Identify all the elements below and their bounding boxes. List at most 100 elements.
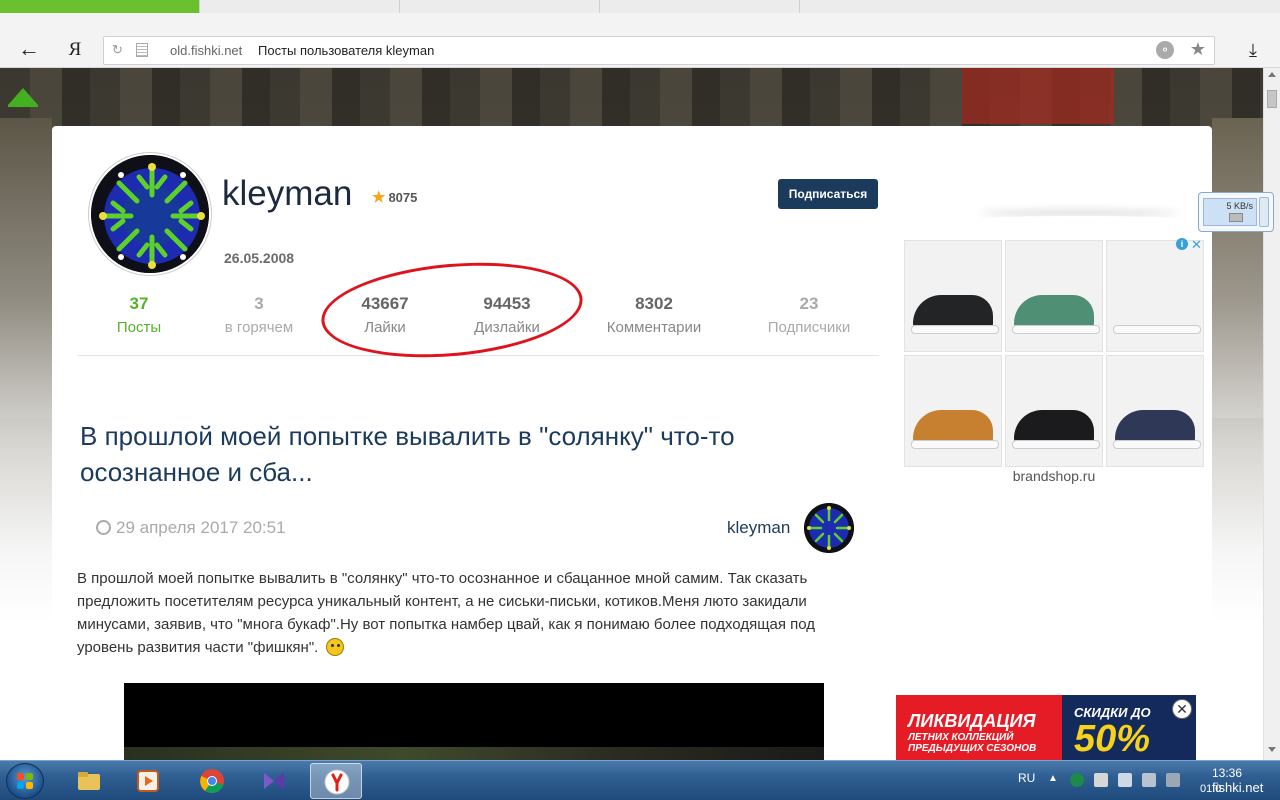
taskbar: RU ▲ 13:36 01.0 [0, 760, 1280, 800]
volume-icon[interactable] [1118, 773, 1132, 787]
red-highlight-circle [317, 252, 587, 368]
network-meter-arrows-icon[interactable] [1259, 197, 1269, 227]
stat-hot[interactable]: 3 в горячем [219, 294, 299, 336]
chrome-icon [200, 769, 224, 794]
taskbar-explorer[interactable] [63, 763, 115, 799]
shoe-image [1012, 295, 1100, 334]
taskbar-visual-studio[interactable] [248, 763, 300, 799]
video-frame [124, 747, 824, 760]
scroll-up-icon[interactable] [1268, 72, 1276, 77]
ad-product[interactable] [1005, 355, 1103, 467]
background-left [0, 118, 52, 418]
url-domain: old.fishki.net [170, 43, 243, 58]
post-author[interactable]: kleyman [727, 518, 790, 538]
media-player-icon [137, 770, 159, 792]
reload-icon[interactable]: ↻ [112, 42, 123, 58]
watermark: fishki.net [1212, 780, 1264, 795]
banner-headline: ЛИКВИДАЦИЯ [908, 711, 1036, 731]
url-page-title: Посты пользователя kleyman [258, 43, 435, 58]
stat-value: 3 [254, 294, 264, 313]
battery-icon[interactable] [1142, 773, 1156, 787]
download-icon[interactable]: ⤓ [1240, 37, 1266, 63]
ad-product[interactable] [1005, 240, 1103, 352]
stat-label: в горячем [224, 319, 294, 336]
back-arrow-icon[interactable]: ← [16, 37, 42, 63]
page-icon [136, 43, 148, 57]
yandex-browser-icon [324, 769, 350, 795]
start-button[interactable] [6, 763, 44, 799]
page-viewport: kleyman ★ 8075 Подписаться 26.05.2008 37 … [0, 68, 1263, 760]
ad-product[interactable] [904, 355, 1002, 467]
tray-app-icon[interactable] [1070, 773, 1084, 787]
shoe-image [1113, 410, 1201, 449]
clock-time[interactable]: 13:36 [1212, 766, 1242, 780]
rating-value: 8075 [388, 190, 418, 205]
network-meter-panel: 5 KB/s [1203, 198, 1257, 226]
tab-strip [0, 0, 1280, 13]
ad-product[interactable] [904, 240, 1002, 352]
tab-3[interactable] [400, 0, 600, 13]
network-tray-icon[interactable] [1166, 773, 1180, 787]
page-scrollbar[interactable] [1263, 68, 1280, 760]
stat-posts[interactable]: 37 Посты [109, 294, 169, 336]
profile-stats: 37 Посты 3 в горячем 43667 Лайки 94453 Д… [77, 252, 879, 368]
ad-close-icon[interactable]: ✕ [1191, 237, 1202, 253]
taskbar-chrome[interactable] [186, 763, 238, 799]
taskbar-media-player[interactable] [122, 763, 174, 799]
stat-value: 8302 [635, 294, 673, 313]
stat-value: 23 [799, 294, 819, 313]
address-bar[interactable]: ↻ old.fishki.net Посты пользователя kley… [103, 36, 1215, 65]
avatar-pattern-small [804, 503, 854, 553]
clock-icon [96, 520, 111, 535]
scroll-up-arrow-icon[interactable] [8, 88, 38, 105]
stat-comments[interactable]: 8302 Комментарии [599, 294, 709, 336]
language-indicator[interactable]: RU [1018, 771, 1035, 785]
ad-block[interactable]: i ✕ brandshop.ru [904, 237, 1204, 488]
network-meter-widget[interactable]: 5 KB/s [1198, 192, 1274, 232]
background-right [1212, 118, 1263, 418]
scroll-up-bar[interactable] [8, 105, 38, 107]
stat-value: 37 [129, 294, 149, 313]
ad-banner[interactable]: ЛИКВИДАЦИЯ ЛЕТНИХ КОЛЛЕКЦИЙ ПРЕДЫДУЩИХ С… [896, 695, 1196, 760]
post-video[interactable] [124, 683, 824, 760]
banner-subline: ЛЕТНИХ КОЛЛЕКЦИЙ ПРЕДЫДУЩИХ СЕЗОНОВ [908, 732, 1037, 754]
scroll-down-icon[interactable] [1268, 747, 1276, 752]
post-date-text: 29 апреля 2017 20:51 [116, 518, 286, 537]
tray-expand-icon[interactable]: ▲ [1048, 773, 1062, 787]
tray-flag-icon[interactable] [1094, 773, 1108, 787]
yandex-logo-icon[interactable]: Я [62, 37, 88, 63]
shoe-image [1012, 410, 1100, 449]
smiley-icon [326, 638, 345, 656]
stat-label: Подписчики [767, 319, 851, 336]
ad-info-icon[interactable]: i [1176, 238, 1188, 250]
ad-domain[interactable]: brandshop.ru [904, 468, 1204, 484]
bookmark-star-icon[interactable]: ★ [1190, 39, 1206, 60]
tab-strip-empty [800, 0, 1280, 13]
stat-label: Комментарии [606, 319, 702, 336]
avatar[interactable] [89, 153, 211, 275]
subscribe-button[interactable]: Подписаться [778, 179, 878, 209]
translate-globe-icon[interactable]: ⚬ [1156, 41, 1174, 59]
banner-discount-value: 50% [1074, 718, 1151, 760]
scroll-thumb[interactable] [1267, 90, 1277, 108]
ad-shadow [979, 216, 1179, 222]
post-title[interactable]: В прошлой моей попытке вывалить в "солян… [80, 418, 840, 490]
tab-active[interactable] [0, 0, 200, 13]
stat-label: Посты [116, 319, 162, 336]
banner-close-icon[interactable]: ✕ [1172, 699, 1192, 719]
ad-product[interactable] [1106, 355, 1204, 467]
tab-2[interactable] [200, 0, 400, 13]
taskbar-yandex-browser[interactable] [310, 763, 362, 799]
profile-username: kleyman [222, 174, 353, 213]
post-body: В прошлой моей попытке вывалить в "солян… [77, 567, 857, 659]
tab-4[interactable] [600, 0, 800, 13]
content-card: kleyman ★ 8075 Подписаться 26.05.2008 37 … [52, 126, 1212, 760]
post-date: 29 апреля 2017 20:51 [96, 518, 286, 538]
stat-subscribers[interactable]: 23 Подписчики [761, 294, 857, 336]
rating: ★ 8075 [372, 188, 417, 206]
shoe-image [911, 295, 999, 334]
browser-toolbar: ← Я ↻ old.fishki.net Посты пользователя … [0, 13, 1280, 68]
post-author-avatar[interactable] [804, 503, 854, 553]
ad-product[interactable] [1106, 240, 1204, 352]
avatar-pattern [91, 155, 209, 273]
